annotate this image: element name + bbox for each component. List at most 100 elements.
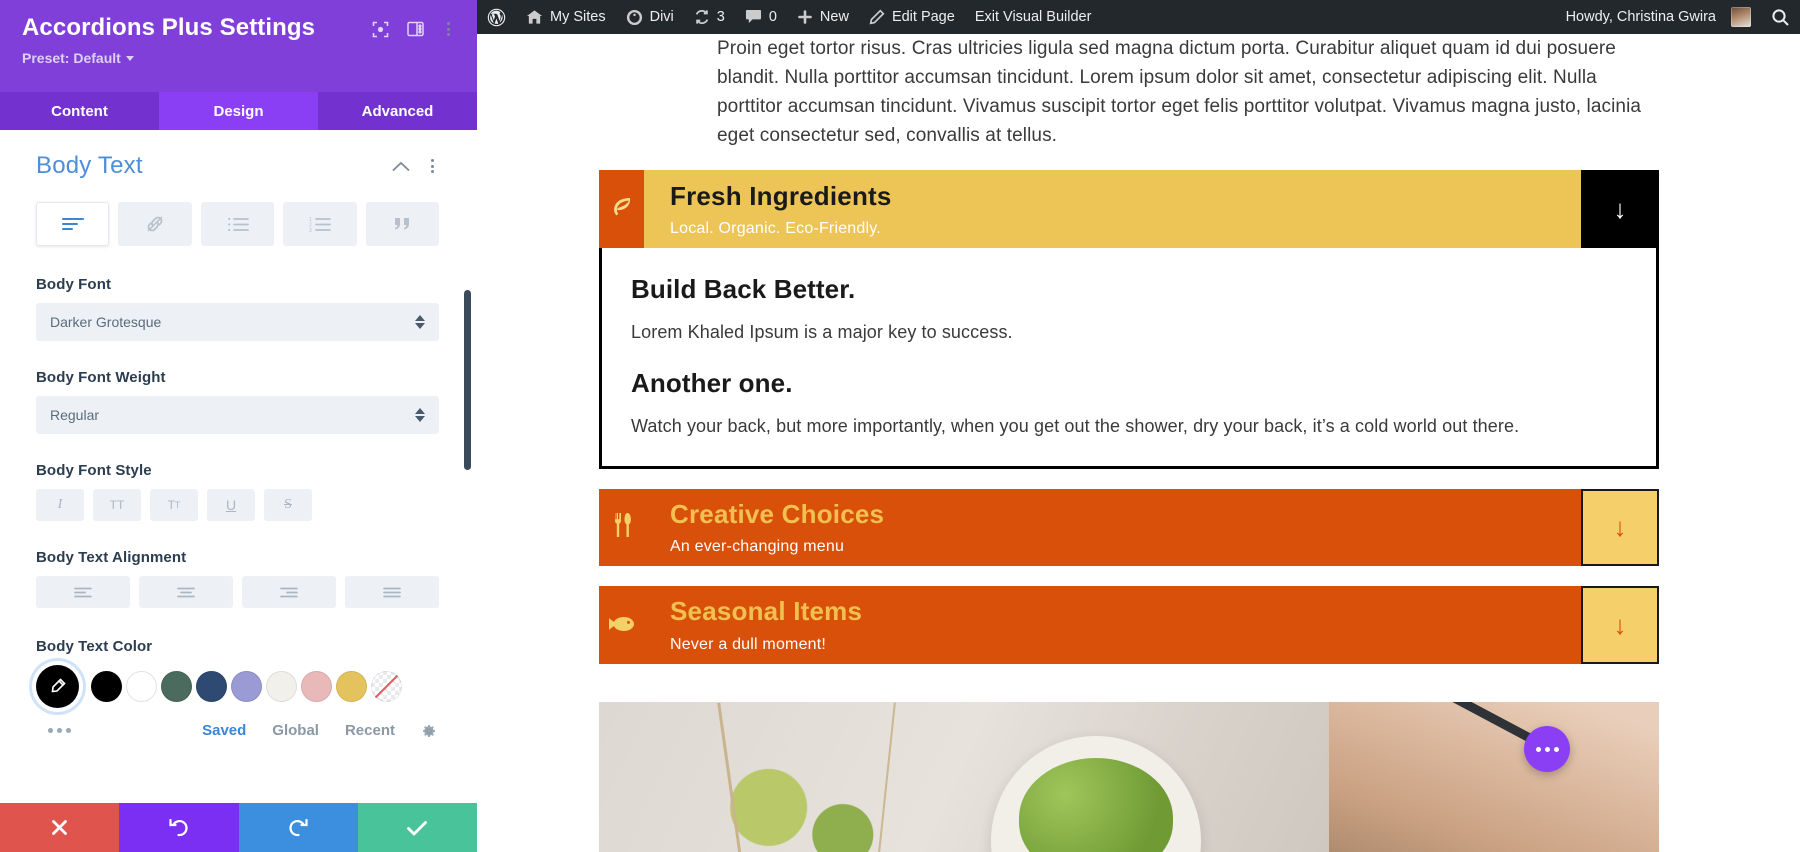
swatch-tab-global[interactable]: Global xyxy=(272,722,319,739)
preset-selector[interactable]: Preset: Default xyxy=(22,50,455,66)
edit-page[interactable]: Edit Page xyxy=(859,0,965,34)
svg-text:3: 3 xyxy=(309,228,312,232)
accordion-toggle-closed[interactable]: ↓ xyxy=(1581,489,1659,567)
blockquote-icon[interactable] xyxy=(365,202,440,246)
swatch-cream[interactable] xyxy=(266,671,297,702)
new-content[interactable]: New xyxy=(787,0,859,34)
accordion-list-2: Creative Choices An ever-changing menu ↓ xyxy=(599,489,1659,567)
body-font-weight-value: Regular xyxy=(50,407,100,423)
body-text-alignment-label: Body Text Alignment xyxy=(36,549,187,566)
content-paragraph-1: Lorem Khaled Ipsum is a major key to suc… xyxy=(631,322,1013,343)
section-more-icon[interactable] xyxy=(426,157,439,175)
my-sites[interactable]: My Sites xyxy=(516,0,616,34)
more-colors-icon[interactable] xyxy=(36,728,71,733)
comments-icon xyxy=(745,9,761,24)
swatch-periwinkle[interactable] xyxy=(231,671,262,702)
accordion-toggle-closed[interactable]: ↓ xyxy=(1581,586,1659,664)
account-menu[interactable]: Howdy, Christina Gwira xyxy=(1556,0,1761,34)
page-title: Accordions Plus Settings xyxy=(22,14,316,41)
focus-target-icon[interactable] xyxy=(372,21,389,38)
link-icon[interactable] xyxy=(118,202,192,246)
leaf-icon xyxy=(609,194,635,225)
strikethrough-button[interactable]: S xyxy=(264,489,312,521)
redo-button[interactable] xyxy=(238,803,358,852)
page-settings-fab[interactable] xyxy=(1524,726,1570,772)
updates[interactable]: 3 xyxy=(684,0,735,34)
accordion-list-3: Seasonal Items Never a dull moment! ↓ xyxy=(599,586,1659,664)
body-font-style-group: I TT TT U S xyxy=(36,489,439,521)
undo-button[interactable] xyxy=(119,803,239,852)
layout-toggle-icon[interactable] xyxy=(407,21,424,37)
accordion-item-creative-choices[interactable]: Creative Choices An ever-changing menu ↓ xyxy=(599,489,1659,567)
align-center-button[interactable] xyxy=(139,576,233,608)
tab-advanced[interactable]: Advanced xyxy=(318,92,477,130)
page-canvas: Proin eget tortor risus. Cras ultricies … xyxy=(477,34,1800,852)
search-button[interactable] xyxy=(1761,0,1800,34)
photo-detail xyxy=(717,702,744,852)
swatch-tab-recent[interactable]: Recent xyxy=(345,722,395,739)
more-options-icon[interactable] xyxy=(442,20,455,38)
divi-icon xyxy=(626,9,642,25)
settings-panel-body: Body Text 1 2 3 Body Font Darker Grotesq… xyxy=(0,130,477,803)
swatch-black[interactable] xyxy=(91,671,122,702)
divi-label: Divi xyxy=(649,9,674,25)
swatch-pink[interactable] xyxy=(301,671,332,702)
paragraph-icon[interactable] xyxy=(36,202,110,246)
accordion-header[interactable]: Fresh Ingredients Local. Organic. Eco-Fr… xyxy=(599,170,1581,249)
swatch-transparent[interactable] xyxy=(371,671,402,702)
edit-page-label: Edit Page xyxy=(891,9,955,25)
body-font-value: Darker Grotesque xyxy=(50,314,162,330)
italic-button[interactable]: I xyxy=(36,489,84,521)
unordered-list-icon[interactable] xyxy=(200,202,275,246)
align-justify-button[interactable] xyxy=(345,576,439,608)
settings-tabs: Content Design Advanced xyxy=(0,92,477,130)
divi-menu[interactable]: Divi xyxy=(616,0,684,34)
plus-icon xyxy=(798,10,812,24)
sites-icon xyxy=(526,10,543,24)
search-icon xyxy=(1772,8,1789,26)
accordion-header[interactable]: Seasonal Items Never a dull moment! xyxy=(599,586,1581,664)
accordion-subtitle: An ever-changing menu xyxy=(670,538,845,556)
save-button[interactable] xyxy=(357,803,477,852)
underline-button[interactable]: U xyxy=(207,489,255,521)
swatch-gold[interactable] xyxy=(336,671,367,702)
accordion-item-fresh-ingredients[interactable]: Fresh Ingredients Local. Organic. Eco-Fr… xyxy=(599,170,1659,249)
body-font-style-label: Body Font Style xyxy=(36,462,152,479)
accordion-toggle-open[interactable]: ↓ xyxy=(1581,170,1659,249)
accordion-header-text: Fresh Ingredients Local. Organic. Eco-Fr… xyxy=(644,170,1581,248)
uppercase-button[interactable]: TT xyxy=(93,489,141,521)
photo-detail xyxy=(876,701,896,852)
content-heading-1: Build Back Better. xyxy=(631,274,856,305)
comments[interactable]: 0 xyxy=(735,0,787,34)
accordion-title: Fresh Ingredients xyxy=(670,180,892,211)
color-picker-button[interactable] xyxy=(36,665,79,708)
body-font-weight-select[interactable]: Regular xyxy=(36,396,439,434)
gear-icon[interactable] xyxy=(421,723,437,739)
app-screen: Accordions Plus Settings Preset: Default… xyxy=(0,0,1800,852)
chevron-up-icon[interactable] xyxy=(392,161,410,172)
swatch-navy[interactable] xyxy=(196,671,227,702)
small-caps-button[interactable]: TT xyxy=(150,489,198,521)
body-font-weight-label: Body Font Weight xyxy=(36,369,166,386)
ordered-list-icon[interactable]: 1 2 3 xyxy=(283,202,357,246)
accordion-header-text: Creative Choices An ever-changing menu xyxy=(644,489,1581,566)
updates-icon xyxy=(695,10,708,24)
accordion-item-seasonal-items[interactable]: Seasonal Items Never a dull moment! ↓ xyxy=(599,586,1659,664)
swatch-white[interactable] xyxy=(126,671,157,702)
new-label: New xyxy=(819,9,849,25)
exit-visual-builder[interactable]: Exit Visual Builder xyxy=(965,0,1102,34)
align-right-button[interactable] xyxy=(242,576,336,608)
swatch-tab-saved[interactable]: Saved xyxy=(202,722,246,739)
swatch-green[interactable] xyxy=(161,671,192,702)
body-font-select[interactable]: Darker Grotesque xyxy=(36,303,439,341)
settings-panel-scrollbar[interactable] xyxy=(464,290,471,470)
body-text-color-label: Body Text Color xyxy=(36,638,153,655)
tab-design[interactable]: Design xyxy=(159,92,318,130)
accordion-header[interactable]: Creative Choices An ever-changing menu xyxy=(599,489,1581,567)
wp-logo[interactable] xyxy=(477,0,516,34)
accordion-icon-box xyxy=(599,489,644,566)
comments-count: 0 xyxy=(768,9,777,25)
align-left-button[interactable] xyxy=(36,576,130,608)
cancel-button[interactable] xyxy=(0,803,120,852)
tab-content[interactable]: Content xyxy=(0,92,159,130)
